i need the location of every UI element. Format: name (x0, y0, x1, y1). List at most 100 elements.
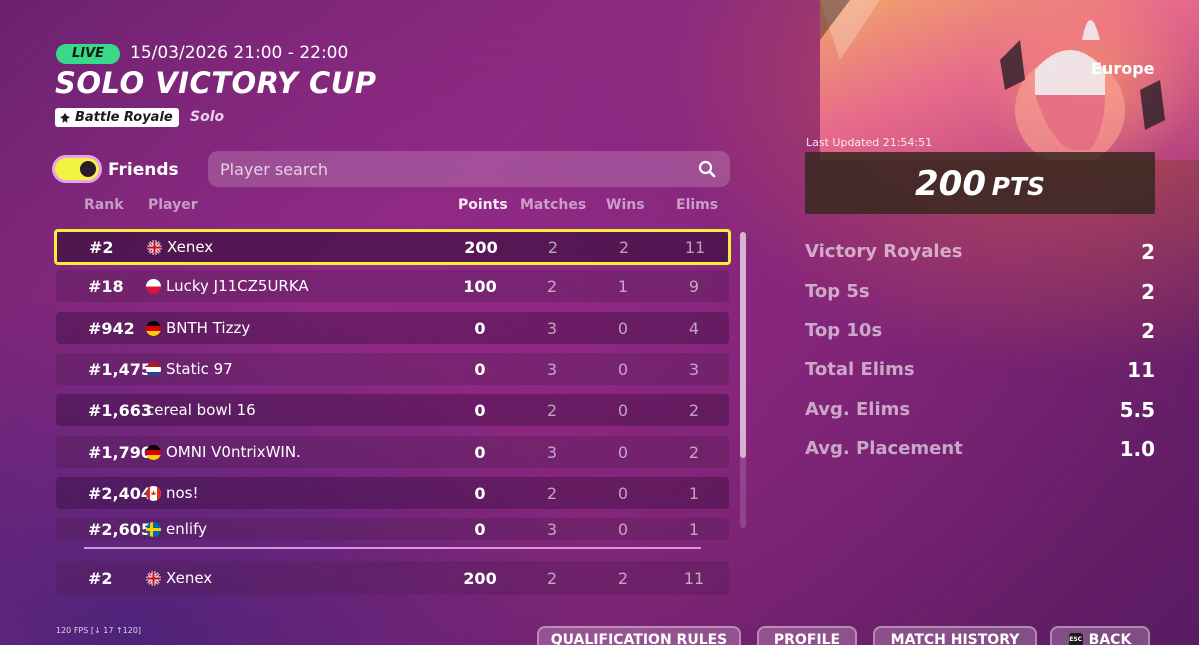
mode-badge: Battle Royale (55, 108, 179, 127)
player-name: Xenex (167, 238, 214, 256)
elims-cell: 11 (683, 568, 705, 588)
player-cell: BNTH Tizzy (146, 312, 250, 344)
matches-cell: 3 (546, 359, 558, 379)
matches-cell: 3 (546, 318, 558, 338)
live-badge: LIVE (56, 44, 120, 64)
table-row[interactable]: #1,790 OMNI V0ntrixWIN. 0 3 0 2 (56, 436, 729, 468)
player-name: OMNI V0ntrixWIN. (166, 443, 301, 461)
points-cell: 0 (474, 359, 486, 379)
points-cell: 0 (474, 519, 486, 539)
wins-cell: 2 (618, 237, 630, 257)
esc-key-icon: ESC (1068, 633, 1083, 645)
points-cell: 200 (464, 237, 498, 257)
back-button[interactable]: ESC BACK (1050, 626, 1150, 645)
event-datetime: 15/03/2026 21:00 - 22:00 (130, 43, 349, 63)
matches-cell: 3 (546, 442, 558, 462)
player-cell: nos! (146, 477, 199, 509)
elims-cell: 11 (684, 237, 706, 257)
points-cell: 100 (463, 276, 497, 296)
flag-pl-icon (146, 278, 161, 294)
points-cell: 0 (474, 318, 486, 338)
column-header-matches[interactable]: Matches (520, 197, 586, 213)
rank-cell: #942 (88, 318, 135, 338)
elims-cell: 4 (688, 318, 700, 338)
player-name: Static 97 (166, 360, 233, 378)
self-rank-row[interactable]: #2 Xenex 200 2 2 11 (56, 561, 729, 595)
search-icon[interactable] (698, 160, 716, 178)
qualification-rules-button[interactable]: QUALIFICATION RULES (537, 626, 741, 645)
fps-counter: 120 FPS [↓ 17 ↑120] (56, 626, 142, 635)
scrollbar-thumb[interactable] (740, 232, 746, 458)
wins-cell: 0 (617, 442, 629, 462)
stat-value: 2 (1141, 280, 1155, 304)
column-header-elims[interactable]: Elims (676, 197, 718, 213)
player-name: enlify (166, 520, 207, 538)
back-button-label: BACK (1088, 632, 1132, 645)
player-cell: Static 97 (146, 353, 233, 385)
rank-cell: #2 (88, 568, 113, 588)
wins-cell: 0 (617, 318, 629, 338)
rank-cell: #2,605 (88, 519, 153, 539)
points-unit: PTS (991, 172, 1045, 201)
wins-cell: 0 (617, 359, 629, 379)
elims-cell: 2 (688, 442, 700, 462)
stat-value: 2 (1141, 319, 1155, 343)
stat-value: 2 (1141, 240, 1155, 264)
player-cell: Lucky J11CZ5URKA (146, 270, 309, 302)
stat-label: Avg. Placement (805, 438, 963, 459)
table-row[interactable]: #1,663 cereal bowl 16 0 2 0 2 (56, 394, 729, 426)
table-row[interactable]: #18 Lucky J11CZ5URKA 100 2 1 9 (56, 270, 729, 302)
matches-cell: 2 (547, 237, 559, 257)
points-value: 200 (915, 164, 986, 204)
match-history-button[interactable]: MATCH HISTORY (873, 626, 1037, 645)
player-cell: cereal bowl 16 (146, 394, 256, 426)
column-header-wins[interactable]: Wins (606, 197, 645, 213)
flag-se-icon (146, 521, 161, 537)
flag-gb-icon (147, 239, 162, 255)
wins-cell: 0 (617, 483, 629, 503)
points-cell: 0 (474, 442, 486, 462)
player-name: nos! (166, 484, 199, 502)
flag-de-icon (146, 444, 161, 460)
stat-label: Top 5s (805, 281, 870, 302)
rank-cell: #1,663 (88, 400, 153, 420)
profile-button[interactable]: PROFILE (757, 626, 857, 645)
elims-cell: 1 (688, 483, 700, 503)
friends-label: Friends (108, 160, 179, 180)
wins-cell: 0 (617, 400, 629, 420)
player-name: BNTH Tizzy (166, 319, 251, 337)
table-row[interactable]: #2,605 enlify 0 3 0 1 (56, 518, 729, 540)
divider (84, 547, 701, 549)
page-title: SOLO VICTORY CUP (55, 66, 377, 100)
player-name: cereal bowl 16 (146, 401, 256, 419)
flag-nl-icon (146, 361, 161, 377)
player-name: Lucky J11CZ5URKA (166, 277, 309, 295)
table-row[interactable]: #1,475 Static 97 0 3 0 3 (56, 353, 729, 385)
rank-cell: #1,475 (88, 359, 153, 379)
table-row[interactable]: #2 Xenex 200 2 2 11 (54, 229, 731, 265)
flag-gb-icon (146, 570, 161, 586)
rank-cell: #1,790 (88, 442, 153, 462)
wins-cell: 2 (617, 568, 629, 588)
points-cell: 0 (474, 400, 486, 420)
elims-cell: 2 (688, 400, 700, 420)
table-row[interactable]: #942 BNTH Tizzy 0 3 0 4 (56, 312, 729, 344)
battle-royale-icon (60, 112, 70, 123)
column-header-points[interactable]: Points (458, 197, 508, 213)
stat-label: Top 10s (805, 320, 883, 341)
elims-cell: 3 (688, 359, 700, 379)
rank-cell: #2,404 (88, 483, 153, 503)
player-cell: Xenex (147, 232, 213, 262)
stat-label: Avg. Elims (805, 399, 911, 420)
matches-cell: 2 (546, 568, 558, 588)
matches-cell: 2 (546, 483, 558, 503)
friends-toggle[interactable] (52, 155, 102, 183)
stat-value: 11 (1127, 358, 1155, 382)
matches-cell: 2 (546, 400, 558, 420)
elims-cell: 1 (688, 519, 700, 539)
points-cell: 200 (463, 568, 497, 588)
stat-label: Total Elims (805, 359, 915, 380)
player-cell: Xenex (146, 561, 212, 595)
table-row[interactable]: #2,404 nos! 0 2 0 1 (56, 477, 729, 509)
column-header-player: Player (148, 197, 198, 213)
